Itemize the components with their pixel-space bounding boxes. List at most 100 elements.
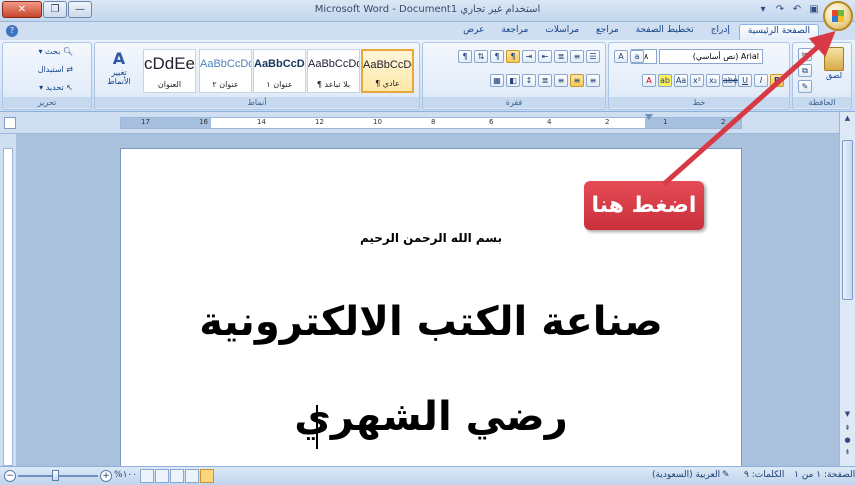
style-no-spacing-sample: AaBbCcDdEe bbox=[308, 58, 359, 70]
editing-group: 🔍︎ بحث ▾ ⇄ استبدال ↖ تحديد ▾ تحرير bbox=[2, 42, 92, 110]
decrease-indent-icon[interactable]: ⇤ bbox=[538, 50, 552, 63]
full-screen-reading-icon[interactable] bbox=[185, 469, 199, 483]
underline-icon[interactable]: U bbox=[738, 74, 752, 87]
outline-view-icon[interactable] bbox=[155, 469, 169, 483]
tab-view[interactable]: عرض bbox=[455, 24, 492, 40]
ruler-number: 2 bbox=[605, 118, 610, 126]
select-button[interactable]: ↖ تحديد ▾ bbox=[39, 83, 73, 92]
zoom-slider-knob[interactable] bbox=[52, 470, 59, 481]
tab-page-layout[interactable]: تخطيط الصفحة bbox=[628, 24, 702, 40]
ruler-number: 4 bbox=[547, 118, 552, 126]
strikethrough-icon[interactable]: abe bbox=[722, 74, 738, 87]
tab-home[interactable]: الصفحة الرئيسية bbox=[738, 24, 819, 40]
help-icon[interactable]: ? bbox=[6, 25, 18, 37]
redo-icon[interactable]: ↷ bbox=[773, 3, 787, 17]
draft-view-icon[interactable] bbox=[140, 469, 154, 483]
ruler-number: 8 bbox=[431, 118, 436, 126]
print-layout-icon[interactable] bbox=[200, 469, 214, 483]
font-name-value: Arial (نص أساسي) bbox=[692, 52, 759, 61]
proofing-icon[interactable]: ✎ bbox=[722, 470, 730, 480]
scroll-down-icon[interactable]: ▼ bbox=[842, 410, 853, 421]
italic-icon[interactable]: I bbox=[754, 74, 768, 87]
align-center-icon[interactable]: ≡ bbox=[570, 74, 584, 87]
ruler-track[interactable]: 2 1 2 4 6 8 10 12 14 16 17 bbox=[120, 114, 742, 129]
paste-button[interactable]: لصق bbox=[821, 47, 847, 80]
style-heading-1[interactable]: AaBbCcDdEe عنوان ١ bbox=[253, 49, 306, 93]
zoom-level[interactable]: ١٠٠% bbox=[114, 470, 137, 480]
zoom-out-icon[interactable]: − bbox=[4, 470, 16, 482]
previous-page-icon[interactable]: ⇞ bbox=[842, 424, 853, 435]
bullets-icon[interactable]: ☰ bbox=[586, 50, 600, 63]
web-layout-icon[interactable] bbox=[170, 469, 184, 483]
office-button[interactable] bbox=[823, 1, 853, 31]
increase-indent-icon[interactable]: ⇥ bbox=[522, 50, 536, 63]
font-color-icon[interactable]: A bbox=[642, 74, 656, 87]
paragraph-group: ☰ ≡ ≣ ⇤ ⇥ ¶ ¶ ⇅ ¶ ≡ ≡ ≡ ≣ ↕ ◧ ▦ فقرة bbox=[422, 42, 606, 110]
change-styles-button[interactable]: A تغيير الأنماط bbox=[99, 49, 139, 86]
bold-button[interactable]: B bbox=[770, 74, 784, 87]
word-count[interactable]: الكلمات: ٩ bbox=[744, 470, 784, 480]
ruler-number: 2 bbox=[721, 118, 726, 126]
tab-references[interactable]: مراجع bbox=[588, 24, 627, 40]
style-title-sample: AaBbCcDdEe bbox=[144, 54, 195, 73]
align-right-icon[interactable]: ≡ bbox=[586, 74, 600, 87]
superscript-icon[interactable]: x² bbox=[690, 74, 704, 87]
subscript-icon[interactable]: x₂ bbox=[706, 74, 720, 87]
tab-selector-icon[interactable] bbox=[4, 117, 16, 129]
zoom-in-icon[interactable]: + bbox=[100, 470, 112, 482]
paragraph-row-2: ≡ ≡ ≡ ≣ ↕ ◧ ▦ bbox=[489, 73, 601, 88]
paste-label: لصق bbox=[825, 71, 843, 80]
ruler-number: 16 bbox=[199, 118, 208, 126]
save-icon[interactable]: ▣ bbox=[807, 3, 821, 17]
borders-icon[interactable]: ▦ bbox=[490, 74, 504, 87]
styles-group-label: أنماط bbox=[95, 97, 419, 108]
multilevel-list-icon[interactable]: ≣ bbox=[554, 50, 568, 63]
paragraph-row-1: ☰ ≡ ≣ ⇤ ⇥ ¶ ¶ ⇅ ¶ bbox=[457, 49, 601, 64]
style-heading-2[interactable]: AaBbCcDdEe عنوان ٢ bbox=[199, 49, 252, 93]
copy-icon[interactable]: ⧉ bbox=[798, 64, 812, 77]
tab-review[interactable]: مراجعة bbox=[493, 24, 536, 40]
align-left-icon[interactable]: ≡ bbox=[554, 74, 568, 87]
vertical-scrollbar[interactable]: ▲ ▼ ⇞ ● ⇟ bbox=[839, 112, 855, 466]
scroll-up-icon[interactable]: ▲ bbox=[842, 114, 853, 125]
shading-icon[interactable]: ◧ bbox=[506, 74, 520, 87]
style-title[interactable]: AaBbCcDdEe العنوان bbox=[143, 49, 196, 93]
indent-marker-icon[interactable] bbox=[645, 114, 653, 120]
vertical-ruler-track[interactable] bbox=[3, 148, 13, 466]
horizontal-ruler: 2 1 2 4 6 8 10 12 14 16 17 bbox=[0, 112, 855, 134]
sort-icon[interactable]: ⇅ bbox=[474, 50, 488, 63]
style-heading-1-name: عنوان ١ bbox=[266, 80, 293, 89]
format-painter-icon[interactable]: ✎ bbox=[798, 80, 812, 93]
find-icon: 🔍︎ bbox=[62, 47, 73, 56]
grow-font-icon[interactable]: A bbox=[614, 50, 628, 63]
show-marks-icon[interactable]: ¶ bbox=[458, 50, 472, 63]
undo-icon[interactable]: ↶ bbox=[790, 3, 804, 17]
ltr-direction-icon[interactable]: ¶ bbox=[490, 50, 504, 63]
tab-mailings[interactable]: مراسلات bbox=[537, 24, 587, 40]
justify-icon[interactable]: ≣ bbox=[538, 74, 552, 87]
font-format-row: B I U abe x₂ x² Aa ab A bbox=[641, 73, 785, 88]
next-page-icon[interactable]: ⇟ bbox=[842, 448, 853, 459]
language-status[interactable]: العربية (السعودية) bbox=[652, 470, 720, 480]
page-count[interactable]: الصفحة: ١ من ١ bbox=[794, 470, 855, 480]
scrollbar-thumb[interactable] bbox=[842, 140, 853, 300]
vertical-ruler bbox=[0, 134, 16, 466]
line-spacing-icon[interactable]: ↕ bbox=[522, 74, 536, 87]
styles-group: AaBbCcDdEe ¶ عادي AaBbCcDdEe ¶ بلا تباعد… bbox=[94, 42, 420, 110]
rtl-direction-icon[interactable]: ¶ bbox=[506, 50, 520, 63]
change-case-icon[interactable]: Aa bbox=[674, 74, 688, 87]
browse-object-icon[interactable]: ● bbox=[842, 436, 853, 447]
style-no-spacing-name: ¶ بلا تباعد bbox=[316, 80, 351, 89]
highlight-icon[interactable]: ab bbox=[658, 74, 672, 87]
cut-icon[interactable]: ✂ bbox=[798, 48, 812, 61]
style-normal[interactable]: AaBbCcDdEe ¶ عادي bbox=[361, 49, 414, 93]
find-button[interactable]: 🔍︎ بحث ▾ bbox=[38, 47, 73, 56]
numbering-icon[interactable]: ≡ bbox=[570, 50, 584, 63]
customize-qat-icon[interactable]: ▾ bbox=[756, 3, 770, 17]
font-name-select[interactable]: Arial (نص أساسي) bbox=[659, 49, 763, 64]
replace-button[interactable]: ⇄ استبدال bbox=[38, 65, 73, 74]
tab-insert[interactable]: إدراج bbox=[703, 24, 738, 40]
style-no-spacing[interactable]: AaBbCcDdEe ¶ بلا تباعد bbox=[307, 49, 360, 93]
shrink-font-icon[interactable]: a bbox=[630, 50, 644, 63]
change-styles-icon: A bbox=[112, 49, 126, 68]
